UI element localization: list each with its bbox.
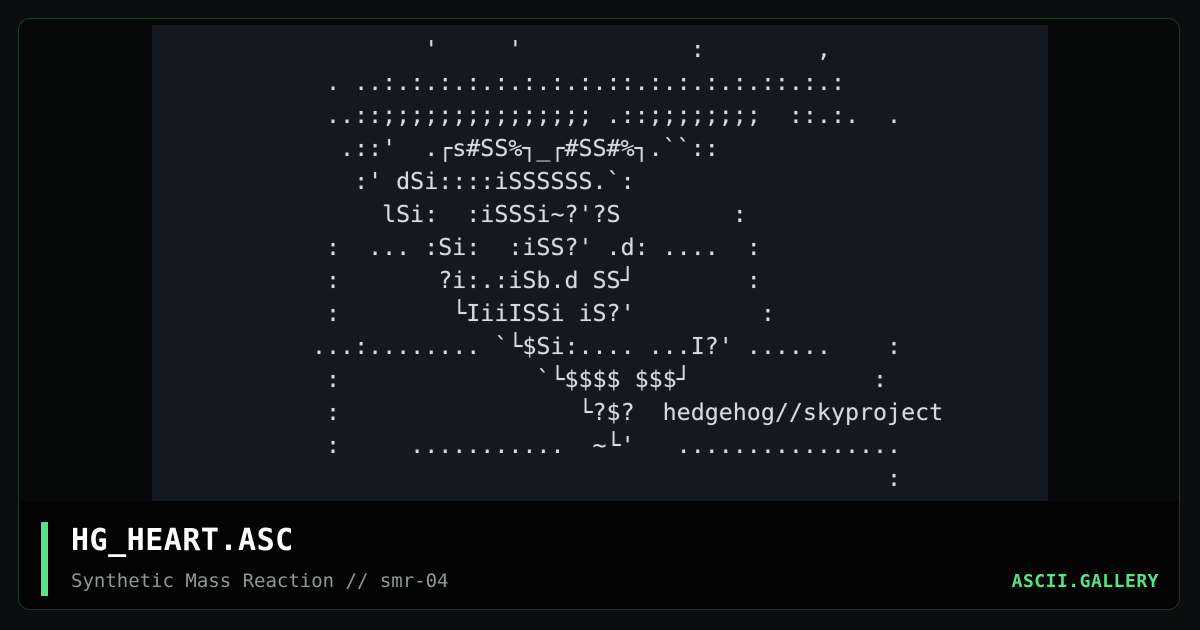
artwork-panel: ' ' : , . ..:.:.:.:.:.:.:.:.::.:.:.:.:.:… bbox=[152, 25, 1048, 501]
artwork-title: HG_HEART.ASC bbox=[71, 523, 294, 558]
site-brand[interactable]: ASCII.GALLERY bbox=[1012, 571, 1159, 592]
accent-bar bbox=[41, 522, 48, 596]
info-bar: HG_HEART.ASC Synthetic Mass Reaction // … bbox=[19, 501, 1179, 609]
gallery-card: ' ' : , . ..:.:.:.:.:.:.:.:.::.:.:.:.:.:… bbox=[18, 18, 1180, 610]
ascii-artwork: ' ' : , . ..:.:.:.:.:.:.:.:.::.:.:.:.:.:… bbox=[312, 36, 944, 492]
artwork-subtitle: Synthetic Mass Reaction // smr-04 bbox=[71, 570, 449, 592]
